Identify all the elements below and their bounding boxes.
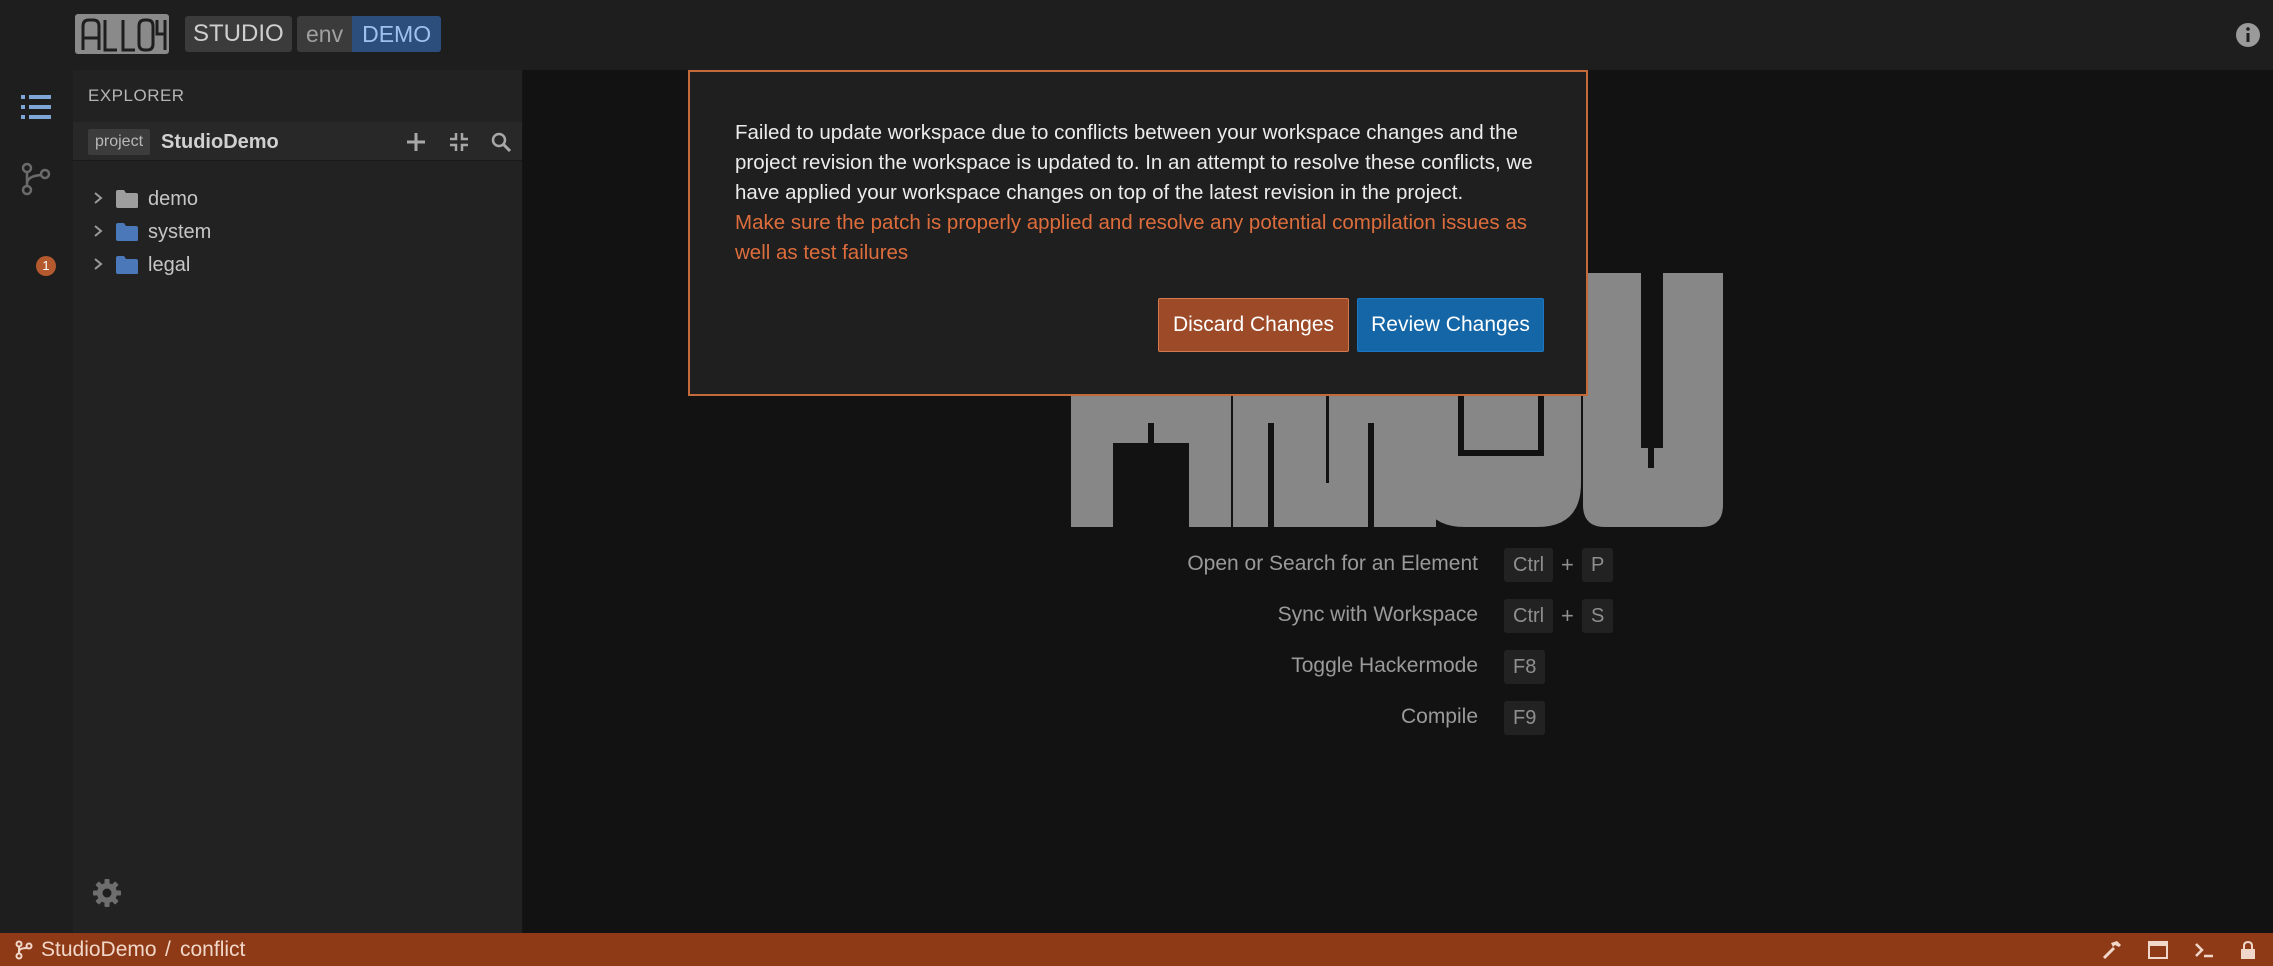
- shortcut-label: Compile: [1400, 705, 1478, 728]
- shortcut-label: Sync with Workspace: [1277, 603, 1478, 626]
- folder-icon: [116, 223, 138, 241]
- collapse-all-icon[interactable]: [448, 131, 470, 153]
- status-project[interactable]: StudioDemo: [41, 938, 157, 962]
- chevron-right-icon[interactable]: [91, 224, 105, 238]
- env-key-label: env: [297, 16, 353, 52]
- shortcut-label: Open or Search for an Element: [1187, 552, 1478, 575]
- panel-icon[interactable]: [2147, 939, 2169, 961]
- project-tag: project: [88, 129, 151, 155]
- add-icon[interactable]: [405, 131, 427, 153]
- review-changes-button[interactable]: Review Changes: [1357, 298, 1544, 352]
- folder-icon: [116, 256, 138, 274]
- discard-changes-button[interactable]: Discard Changes: [1158, 298, 1349, 352]
- status-bar: StudioDemo / conflict: [0, 933, 2273, 966]
- tree-folder-label: system: [148, 221, 212, 243]
- dialog-warning: Make sure the patch is properly applied …: [735, 211, 1527, 264]
- tree-folder-label: demo: [148, 188, 199, 210]
- activity-bar: 1: [0, 70, 73, 933]
- shortcut-key: F8: [1504, 650, 1546, 684]
- terminal-icon[interactable]: [2193, 939, 2215, 961]
- branch-icon: [15, 940, 33, 960]
- explorer-title: EXPLORER: [88, 86, 185, 105]
- shortcut-label: Toggle Hackermode: [1291, 654, 1478, 677]
- hammer-icon[interactable]: [2101, 939, 2123, 961]
- project-header: project StudioDemo: [73, 122, 522, 161]
- key-plus: +: [1561, 603, 1574, 628]
- info-icon[interactable]: [2234, 21, 2262, 49]
- status-separator: /: [165, 938, 171, 961]
- lock-icon[interactable]: [2237, 939, 2259, 961]
- shortcut-key: P: [1582, 548, 1614, 582]
- search-icon[interactable]: [490, 131, 512, 153]
- environment-badge: env DEMO: [297, 16, 442, 52]
- tree-folder-item[interactable]: legal: [73, 249, 522, 281]
- folder-icon: [116, 190, 138, 208]
- studio-badge: STUDIO: [185, 16, 292, 52]
- conflict-dialog: Failed to update workspace due to confli…: [688, 70, 1588, 396]
- shortcut-key: Ctrl: [1504, 599, 1554, 633]
- key-plus: +: [1561, 552, 1574, 577]
- chevron-right-icon[interactable]: [91, 191, 105, 205]
- shortcut-key: F9: [1504, 701, 1546, 735]
- shortcut-key: Ctrl: [1504, 548, 1554, 582]
- tree-folder-item[interactable]: system: [73, 216, 522, 248]
- dialog-message: Failed to update workspace due to confli…: [735, 121, 1533, 204]
- chevron-right-icon[interactable]: [91, 257, 105, 271]
- top-header: STUDIO env DEMO: [0, 0, 2273, 70]
- env-value-label: DEMO: [352, 16, 442, 52]
- shortcut-key: S: [1582, 599, 1614, 633]
- source-control-icon[interactable]: [19, 162, 53, 196]
- gear-icon[interactable]: [92, 878, 122, 908]
- changes-count-badge: 1: [36, 256, 56, 276]
- explorer-list-icon[interactable]: [19, 90, 53, 124]
- alloy-logo: [75, 14, 169, 54]
- tree-folder-item[interactable]: demo: [73, 183, 522, 215]
- explorer-panel: EXPLORER project StudioDemo demo system le…: [73, 70, 523, 933]
- status-branch[interactable]: conflict: [180, 938, 245, 962]
- project-name: StudioDemo: [161, 131, 279, 153]
- tree-folder-label: legal: [148, 254, 191, 276]
